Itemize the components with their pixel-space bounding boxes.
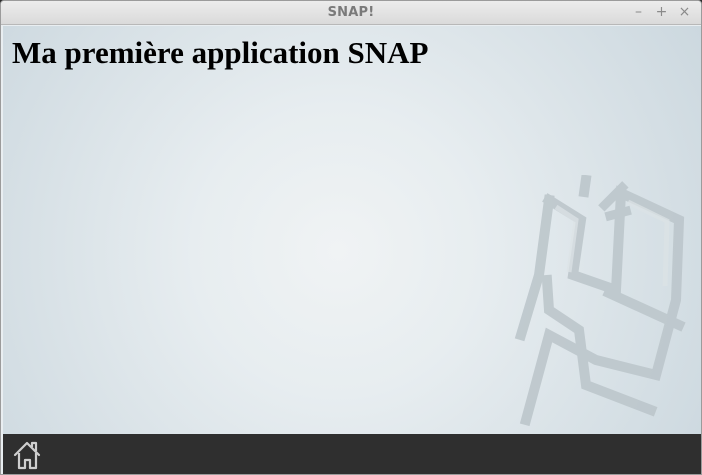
title-bar[interactable]: SNAP! – + × bbox=[1, 1, 701, 25]
home-button[interactable] bbox=[10, 439, 44, 471]
snap-fist-watermark-icon bbox=[514, 175, 686, 427]
app-content: Ma première application SNAP bbox=[3, 26, 701, 435]
maximize-button[interactable]: + bbox=[655, 4, 668, 20]
page-title: Ma première application SNAP bbox=[12, 35, 429, 70]
window-controls: – + × bbox=[632, 4, 691, 20]
close-button[interactable]: × bbox=[678, 4, 691, 20]
bottom-toolbar bbox=[3, 434, 701, 474]
home-icon bbox=[13, 441, 41, 469]
minimize-button[interactable]: – bbox=[632, 4, 645, 20]
application-window: SNAP! – + × Ma première application SNAP bbox=[0, 0, 702, 475]
window-title: SNAP! bbox=[327, 5, 375, 20]
